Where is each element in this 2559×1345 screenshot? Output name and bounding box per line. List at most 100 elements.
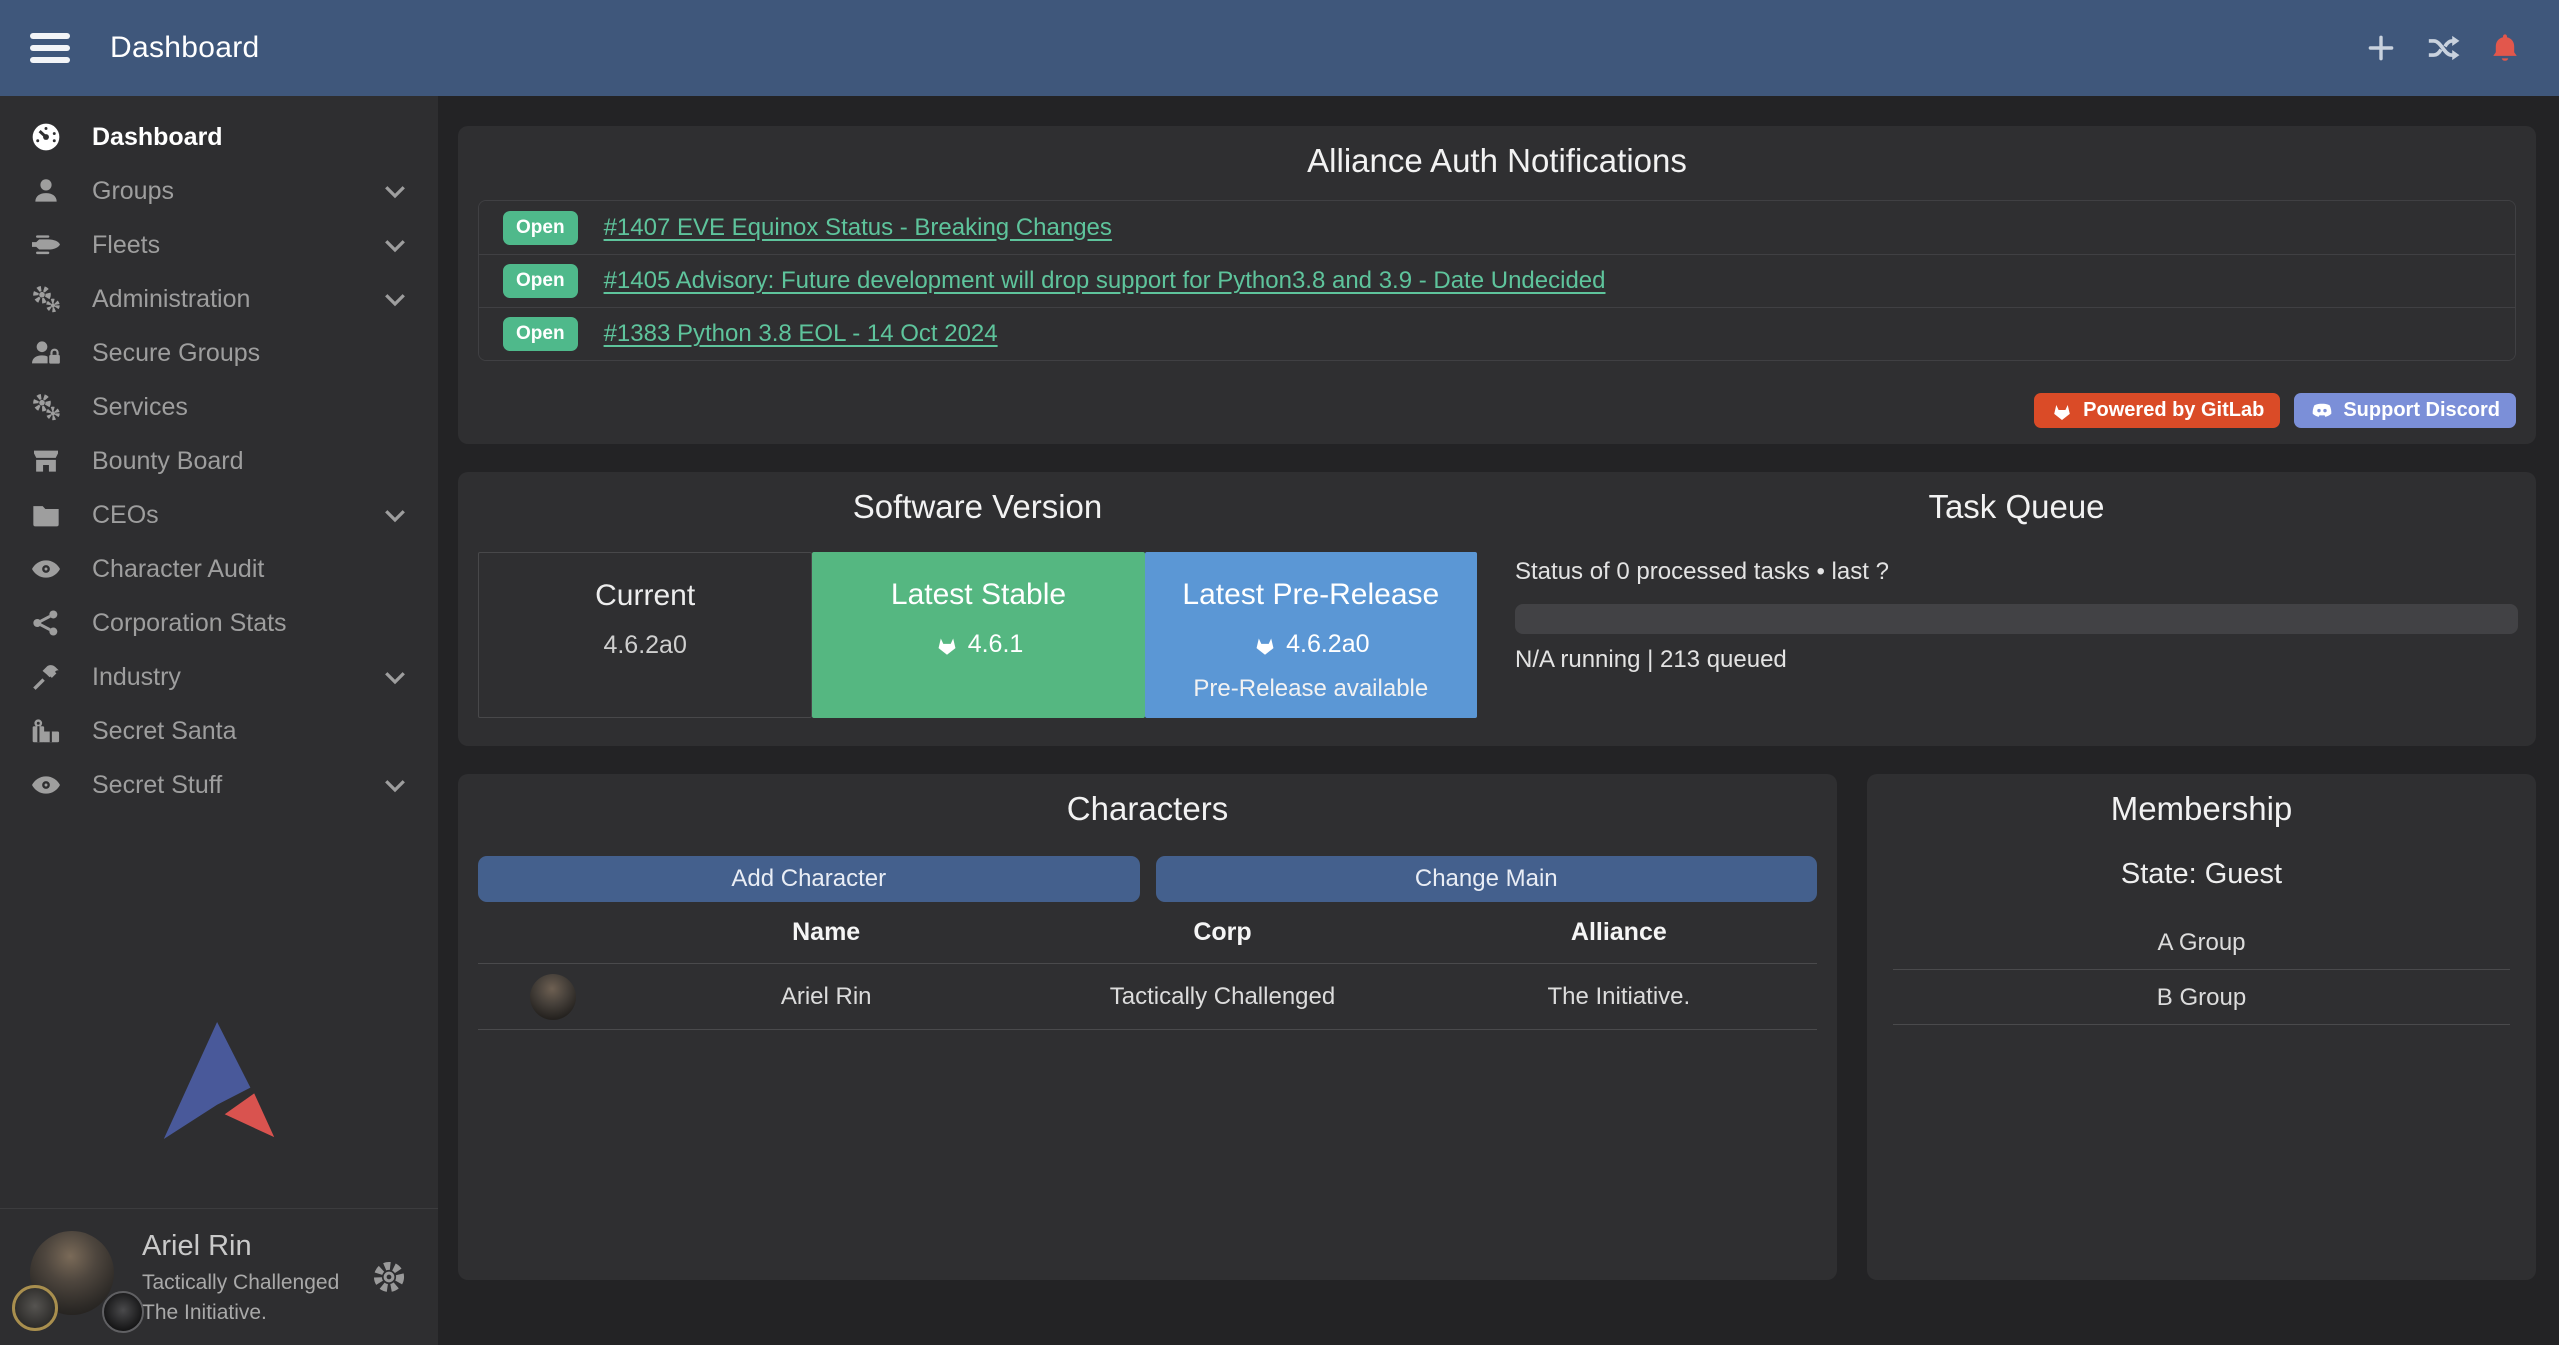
shuttle-icon [28, 227, 64, 263]
main-content: Alliance Auth Notifications Open #1407 E… [438, 96, 2559, 1345]
version-prerelease-box: Latest Pre-Release 4.6.2a0 Pre-Release a… [1145, 552, 1477, 718]
open-status-badge: Open [503, 211, 578, 245]
notification-link[interactable]: #1407 EVE Equinox Status - Breaking Chan… [604, 214, 1112, 242]
version-current-box: Current 4.6.2a0 [478, 552, 812, 718]
corp-logo-badge [12, 1285, 58, 1331]
alliance-logo-badge [102, 1291, 144, 1333]
sidebar-item-bounty-board[interactable]: Bounty Board [0, 434, 438, 488]
gears-icon [28, 281, 64, 317]
sidebar-item-services[interactable]: Services [0, 380, 438, 434]
task-queue-counts: N/A running | 213 queued [1515, 646, 2518, 674]
user-icon [28, 173, 64, 209]
notification-item: Open #1407 EVE Equinox Status - Breaking… [479, 201, 2515, 254]
sidebar-item-label: CEOs [92, 501, 159, 530]
sidebar-item-label: Corporation Stats [92, 609, 287, 638]
notification-link[interactable]: #1405 Advisory: Future development will … [604, 267, 1606, 295]
task-queue-progress-bar [1515, 604, 2518, 634]
sidebar-item-label: Secret Santa [92, 717, 237, 746]
user-panel: Ariel Rin Tactically Challenged The Init… [0, 1208, 438, 1345]
sidebar-item-label: Industry [92, 663, 181, 692]
sidebar-item-label: Services [92, 393, 188, 422]
add-character-button[interactable]: Add Character [478, 856, 1140, 902]
sidebar-item-ceos[interactable]: CEOs [0, 488, 438, 542]
notification-link[interactable]: #1383 Python 3.8 EOL - 14 Oct 2024 [604, 320, 998, 348]
change-main-button[interactable]: Change Main [1156, 856, 1818, 902]
page-title: Dashboard [110, 31, 259, 65]
gears-icon [28, 389, 64, 425]
character-portrait [530, 974, 576, 1020]
sidebar-item-label: Dashboard [92, 123, 223, 152]
sidebar-item-secret-stuff[interactable]: Secret Stuff [0, 758, 438, 812]
chevron-down-icon [380, 176, 410, 206]
sidebar-item-dashboard[interactable]: Dashboard [0, 110, 438, 164]
sidebar-item-label: Secure Groups [92, 339, 260, 368]
notification-item: Open #1383 Python 3.8 EOL - 14 Oct 2024 [479, 307, 2515, 360]
hamburger-icon [30, 33, 70, 39]
stable-version-value: 4.6.1 [968, 630, 1024, 659]
characters-panel: Characters Add Character Change Main Nam… [458, 774, 1837, 1280]
chevron-down-icon [380, 230, 410, 260]
chevron-down-icon [380, 770, 410, 800]
notifications-panel: Alliance Auth Notifications Open #1407 E… [458, 126, 2536, 444]
sidebar-item-industry[interactable]: Industry [0, 650, 438, 704]
sidebar-item-secret-santa[interactable]: Secret Santa [0, 704, 438, 758]
share-icon [28, 605, 64, 641]
gear-icon [370, 1258, 408, 1296]
character-corp: Tactically Challenged [1024, 983, 1420, 1011]
powered-by-gitlab-badge[interactable]: Powered by GitLab [2034, 393, 2280, 428]
shuffle-icon [2426, 31, 2460, 65]
chevron-down-icon [380, 662, 410, 692]
notifications-bell-button[interactable] [2481, 24, 2529, 72]
open-status-badge: Open [503, 264, 578, 298]
sidebar-item-label: Groups [92, 177, 174, 206]
notifications-title: Alliance Auth Notifications [458, 126, 2536, 180]
sidebar-item-corporation-stats[interactable]: Corporation Stats [0, 596, 438, 650]
user-avatar [26, 1231, 114, 1323]
sidebar-item-secure-groups[interactable]: Secure Groups [0, 326, 438, 380]
alliance-auth-logo [0, 1019, 438, 1143]
characters-table-header: Name Corp Alliance [478, 902, 1817, 964]
membership-group: B Group [1893, 970, 2510, 1025]
membership-group: A Group [1893, 915, 2510, 970]
bell-icon [2488, 31, 2522, 65]
task-queue-widget: Task Queue Status of 0 processed tasks •… [1497, 472, 2536, 746]
gitlab-icon [934, 632, 960, 658]
sidebar-item-groups[interactable]: Groups [0, 164, 438, 218]
store-icon [28, 443, 64, 479]
gauge-icon [28, 119, 64, 155]
sidebar-item-fleets[interactable]: Fleets [0, 218, 438, 272]
sidebar-item-character-audit[interactable]: Character Audit [0, 542, 438, 596]
menu-toggle-button[interactable] [30, 31, 74, 65]
character-row: Ariel Rin Tactically Challenged The Init… [478, 964, 1817, 1030]
chevron-down-icon [380, 284, 410, 314]
plus-icon [2364, 31, 2398, 65]
name-column-header: Name [628, 918, 1024, 947]
folder-icon [28, 497, 64, 533]
sidebar-item-label: Bounty Board [92, 447, 244, 476]
character-alliance: The Initiative. [1421, 983, 1817, 1011]
current-version-value: 4.6.2a0 [603, 631, 686, 660]
sidebar: Dashboard Groups Fleets [0, 96, 438, 1345]
hammer-icon [28, 659, 64, 695]
gifts-icon [28, 713, 64, 749]
open-status-badge: Open [503, 317, 578, 351]
user-corporation: Tactically Challenged [142, 1271, 339, 1295]
user-lock-icon [28, 335, 64, 371]
notifications-list: Open #1407 EVE Equinox Status - Breaking… [478, 200, 2516, 361]
software-version-task-queue-panel: Software Version Current 4.6.2a0 Latest … [458, 472, 2536, 746]
sidebar-item-administration[interactable]: Administration [0, 272, 438, 326]
membership-title: Membership [1867, 774, 2536, 828]
top-navbar: Dashboard [0, 0, 2559, 96]
task-queue-status: Status of 0 processed tasks • last ? [1515, 558, 2518, 586]
support-discord-badge[interactable]: Support Discord [2294, 393, 2516, 428]
shuffle-button[interactable] [2419, 24, 2467, 72]
software-version-widget: Software Version Current 4.6.2a0 Latest … [458, 472, 1497, 746]
membership-panel: Membership State: Guest A Group B Group [1867, 774, 2536, 1280]
add-button[interactable] [2357, 24, 2405, 72]
user-settings-button[interactable] [366, 1254, 412, 1300]
sidebar-item-label: Administration [92, 285, 250, 314]
eye-icon [28, 767, 64, 803]
alliance-auth-app: Dashboard [0, 0, 2559, 1345]
sidebar-item-label: Character Audit [92, 555, 264, 584]
membership-state: State: Guest [1867, 858, 2536, 891]
